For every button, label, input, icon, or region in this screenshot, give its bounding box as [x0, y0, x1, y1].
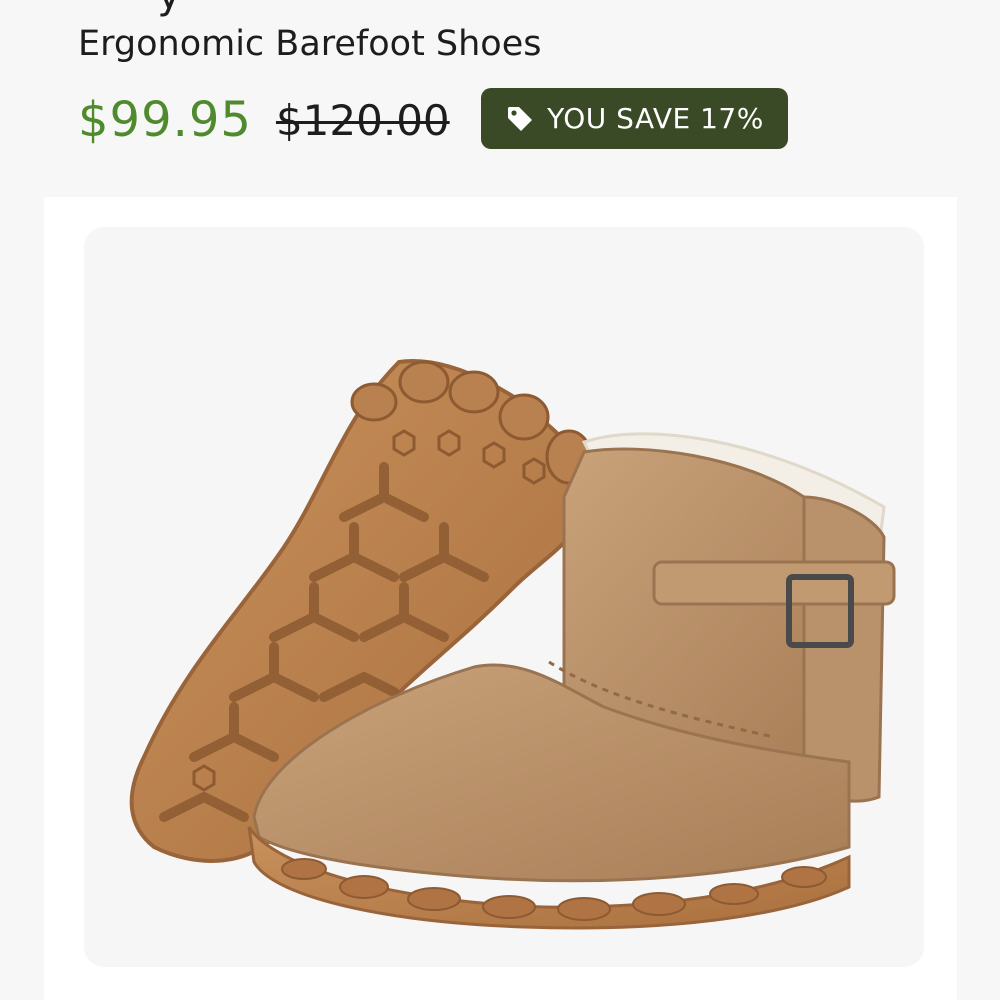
product-title-partial: · · · y	[78, 0, 181, 18]
savings-label: YOU SAVE 17%	[547, 102, 764, 135]
tag-icon	[505, 104, 535, 134]
product-page: · · · y Ergonomic Barefoot Shoes $99.95 …	[0, 0, 1000, 1000]
savings-badge: YOU SAVE 17%	[481, 88, 788, 149]
product-image[interactable]	[44, 197, 957, 1000]
product-title: Ergonomic Barefoot Shoes	[78, 24, 542, 64]
sale-price: $99.95	[78, 92, 252, 148]
compare-at-price: $120.00	[275, 95, 450, 145]
price-row: $99.95 $120.00	[78, 88, 450, 152]
boots-illustration	[84, 227, 924, 967]
